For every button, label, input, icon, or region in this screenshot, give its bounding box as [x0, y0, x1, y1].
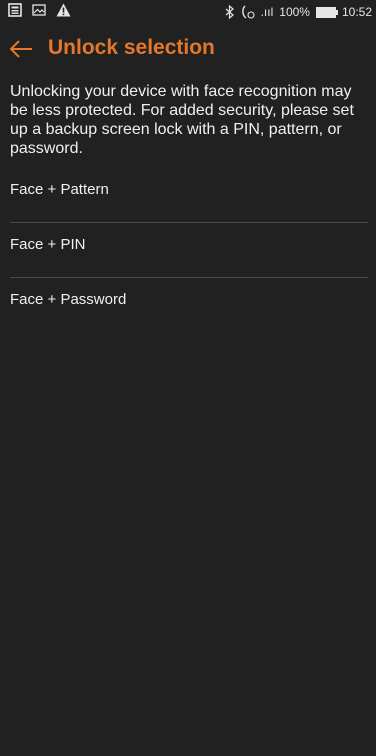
app-bar: Unlock selection: [0, 30, 376, 70]
description-text: Unlocking your device with face recognit…: [10, 83, 354, 157]
back-arrow-icon[interactable]: [8, 36, 34, 62]
screen: .ııl 100% 10:52 Unlock selection Unlocki…: [0, 0, 376, 756]
bluetooth-icon: [225, 5, 234, 19]
battery-percent: 100%: [279, 5, 310, 19]
news-icon: [8, 3, 22, 17]
call-forward-icon: [241, 5, 255, 19]
signal-icon: .ııl: [260, 5, 274, 19]
option-label: Face + Password: [10, 291, 127, 308]
page-title: Unlock selection: [48, 36, 215, 59]
status-right-icons: .ııl 100% 10:52: [225, 4, 372, 20]
unlock-options-list: Face + Pattern Face + PIN Face + Passwor…: [0, 168, 376, 333]
option-label: Face + PIN: [10, 236, 86, 253]
option-face-pattern[interactable]: Face + Pattern: [0, 168, 376, 223]
option-label: Face + Pattern: [10, 181, 109, 198]
status-bar: .ııl 100% 10:52: [0, 0, 376, 24]
option-face-password[interactable]: Face + Password: [0, 278, 376, 333]
status-left-icons: [8, 3, 71, 17]
status-time: 10:52: [341, 5, 372, 19]
option-face-pin[interactable]: Face + PIN: [0, 223, 376, 278]
battery-icon: [315, 6, 338, 18]
warning-icon: [56, 3, 71, 17]
image-icon: [32, 4, 46, 16]
